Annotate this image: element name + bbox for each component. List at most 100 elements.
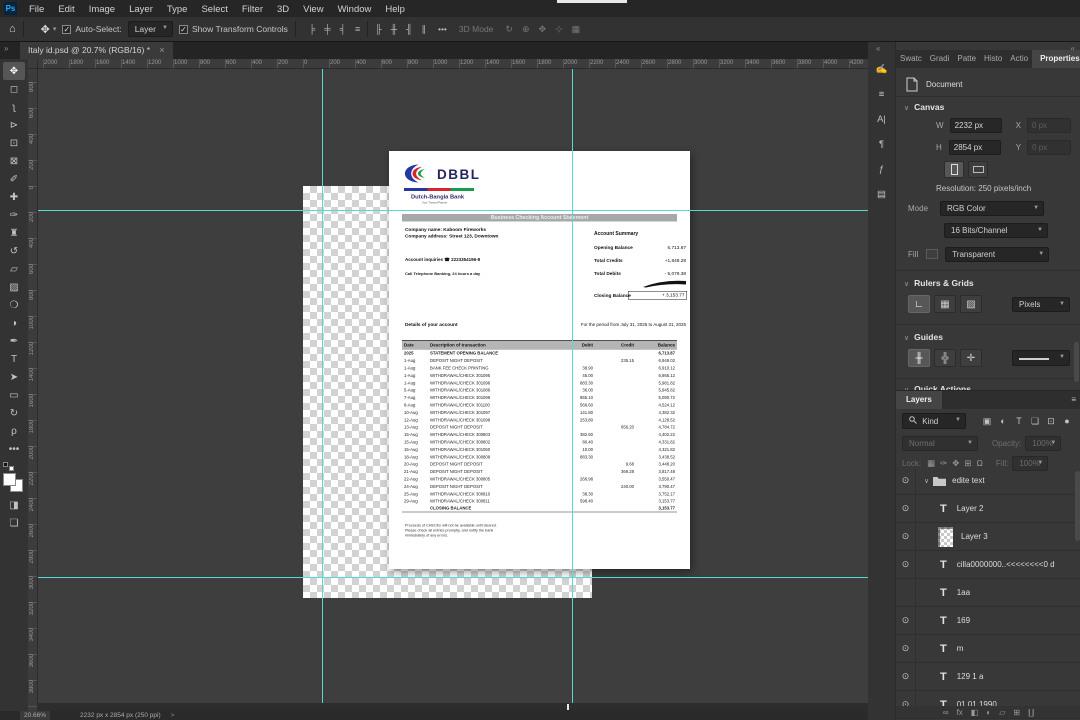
layer-row[interactable]: ⊙ ∨ T Layer 2 xyxy=(896,494,1080,523)
move-tool-icon[interactable]: ✥ xyxy=(41,23,50,36)
swap-colors-icon[interactable] xyxy=(9,466,14,471)
color-swatches[interactable] xyxy=(3,462,25,492)
default-colors-icon[interactable] xyxy=(3,462,8,467)
align-left-icon[interactable]: ╞ xyxy=(309,24,315,34)
horizontal-ruler[interactable]: 2000 1800 1600 1400 1200 1000 800 600 400 200 0 200… xyxy=(38,59,868,69)
rulers-grids-section-header[interactable]: ∨ Rulers & Grids xyxy=(904,278,974,288)
menu-item[interactable]: Layer xyxy=(122,4,160,15)
visibility-toggle[interactable]: ⊙ xyxy=(896,550,916,579)
bit-depth-dropdown[interactable]: 16 Bits/Channel ▼ xyxy=(944,222,1048,238)
canvas-section-header[interactable]: ∨ Canvas xyxy=(904,102,944,112)
align-justify-icon[interactable]: ≡ xyxy=(355,24,360,34)
paragraph-panel-icon[interactable]: ¶ xyxy=(868,139,895,150)
move-tool[interactable]: ✥ xyxy=(3,62,25,80)
filter-image-icon[interactable]: ▣ xyxy=(980,414,994,428)
gradient-tool[interactable]: ▨ xyxy=(3,278,25,296)
align-right-icon[interactable]: ╡ xyxy=(340,24,346,34)
visibility-toggle[interactable]: ⊙ xyxy=(896,662,916,691)
delete-layer-icon[interactable]: ∐ xyxy=(1028,708,1034,717)
width-field[interactable]: 2232 px xyxy=(949,117,1002,133)
guide-vertical[interactable] xyxy=(322,69,323,711)
ruler-corner[interactable] xyxy=(28,59,38,69)
history-brush-tool[interactable]: ↺ xyxy=(3,242,25,260)
visibility-toggle[interactable]: ⊙ xyxy=(896,522,916,551)
panel-tab[interactable]: Patte xyxy=(953,50,980,68)
guide-from-shape-icon[interactable]: ✛ xyxy=(960,349,982,367)
zoom-level-field[interactable]: 20.66% xyxy=(20,711,51,720)
chevron-down-icon[interactable]: ∨ xyxy=(924,477,929,485)
ruler-icon[interactable]: ∟ xyxy=(908,295,930,313)
edit-toolbar-icon[interactable]: ••• xyxy=(3,440,25,458)
auto-select-target-dropdown[interactable]: Layer ▼ xyxy=(127,21,173,37)
eyedropper-tool[interactable]: ✐ xyxy=(3,170,25,188)
menu-item[interactable]: Help xyxy=(378,4,412,15)
new-layer-icon[interactable]: ⊞ xyxy=(1013,708,1020,717)
tab-layers[interactable]: Layers xyxy=(896,391,942,409)
new-guide-icon[interactable]: ╫ xyxy=(908,349,930,367)
new-group-icon[interactable]: ▱ xyxy=(999,708,1005,717)
adjustment-layer-icon[interactable]: ◐ xyxy=(986,708,991,717)
filter-smart-object-icon[interactable]: ⊡ xyxy=(1044,414,1058,428)
document-tab[interactable]: Italy id.psd @ 20.7% (RGB/16) * × xyxy=(20,42,173,59)
collapse-panels-icon[interactable]: » xyxy=(4,44,8,53)
distribute-top-icon[interactable]: ╟ xyxy=(375,24,381,35)
eraser-tool[interactable]: ▱ xyxy=(3,260,25,278)
panel-tab[interactable]: Swatc xyxy=(896,50,926,68)
crop-tool[interactable]: ⊡ xyxy=(3,134,25,152)
color-mode-dropdown[interactable]: RGB Color ▼ xyxy=(940,200,1045,216)
orientation-landscape-button[interactable] xyxy=(968,160,988,178)
layers-menu-icon[interactable]: ≡ xyxy=(1071,391,1076,409)
glyphs-panel-icon[interactable]: ƒ xyxy=(868,164,895,175)
statement-document[interactable]: DBBL Dutch-Bangla Bank Your Trusted Part… xyxy=(389,151,690,569)
properties-scrollbar[interactable] xyxy=(1074,342,1079,382)
3d-camera-icon[interactable]: ▦ xyxy=(572,24,581,35)
guide-horizontal[interactable] xyxy=(38,210,868,211)
visibility-toggle[interactable]: ⊙ xyxy=(896,467,916,495)
marquee-tool[interactable]: ◻ xyxy=(3,80,25,98)
3d-orbit-icon[interactable]: ↻ xyxy=(505,24,513,35)
layer-mask-icon[interactable]: ◧ xyxy=(971,708,979,717)
expand-panels-icon[interactable]: « xyxy=(876,44,880,53)
filter-shape-icon[interactable]: ❏ xyxy=(1028,414,1042,428)
menu-item[interactable]: Select xyxy=(194,4,234,15)
distribute-bottom-icon[interactable]: ╢ xyxy=(406,24,412,35)
distribute-center-icon[interactable]: ╫ xyxy=(391,24,397,35)
path-selection-tool[interactable]: ➤ xyxy=(3,368,25,386)
menu-item[interactable]: Edit xyxy=(51,4,81,15)
3d-roll-icon[interactable]: ⊕ xyxy=(522,24,530,35)
layer-row[interactable]: ⊙ ∨ T edite text xyxy=(896,467,1080,495)
more-options-icon[interactable]: ••• xyxy=(438,24,447,34)
guide-vertical[interactable] xyxy=(572,69,573,711)
ruler-units-dropdown[interactable]: Pixels ▼ xyxy=(1012,296,1070,312)
brush-tool[interactable]: ✑ xyxy=(3,206,25,224)
menu-item[interactable]: Type xyxy=(160,4,195,15)
status-chevron-icon[interactable]: > xyxy=(171,712,175,719)
screen-mode-icon[interactable]: ❏ xyxy=(3,514,25,532)
rotate-view-tool[interactable]: ↻ xyxy=(3,404,25,422)
blur-tool[interactable]: ❍ xyxy=(3,296,25,314)
layer-row[interactable]: ⊙ ∨ T 169 xyxy=(896,606,1080,635)
lasso-tool[interactable]: ʅ xyxy=(3,98,25,116)
actions-panel-icon[interactable]: ≡ xyxy=(868,89,895,100)
foreground-color-swatch[interactable] xyxy=(3,473,16,486)
layer-row[interactable]: ⊙ ∨ T Layer 3 xyxy=(896,522,1080,551)
filter-pin-icon[interactable]: ● xyxy=(1060,414,1074,428)
home-icon[interactable]: ⌂ xyxy=(9,23,16,35)
grid-icon[interactable]: ▦ xyxy=(934,295,956,313)
quick-mask-icon[interactable]: ◨ xyxy=(3,496,25,514)
horizontal-scrollbar[interactable] xyxy=(38,703,868,711)
panel-tab[interactable]: Histo xyxy=(980,50,1006,68)
menu-item[interactable]: View xyxy=(296,4,330,15)
menu-item[interactable]: Window xyxy=(331,4,379,15)
history-panel-icon[interactable]: ✍ xyxy=(868,64,895,75)
guides-section-header[interactable]: ∨ Guides xyxy=(904,332,943,342)
3d-pan-icon[interactable]: ✥ xyxy=(539,24,547,35)
show-transform-checkbox[interactable]: ✓ xyxy=(178,24,188,34)
panel-tab[interactable]: Actio xyxy=(1006,50,1032,68)
link-layers-icon[interactable]: ∞ xyxy=(943,708,949,717)
zoom-tool[interactable]: ρ xyxy=(3,422,25,440)
libraries-panel-icon[interactable]: ▤ xyxy=(868,189,895,200)
guide-horizontal[interactable] xyxy=(38,577,868,578)
visibility-toggle[interactable]: ⊙ xyxy=(896,494,916,523)
3d-slide-icon[interactable]: ⊹ xyxy=(555,24,563,35)
